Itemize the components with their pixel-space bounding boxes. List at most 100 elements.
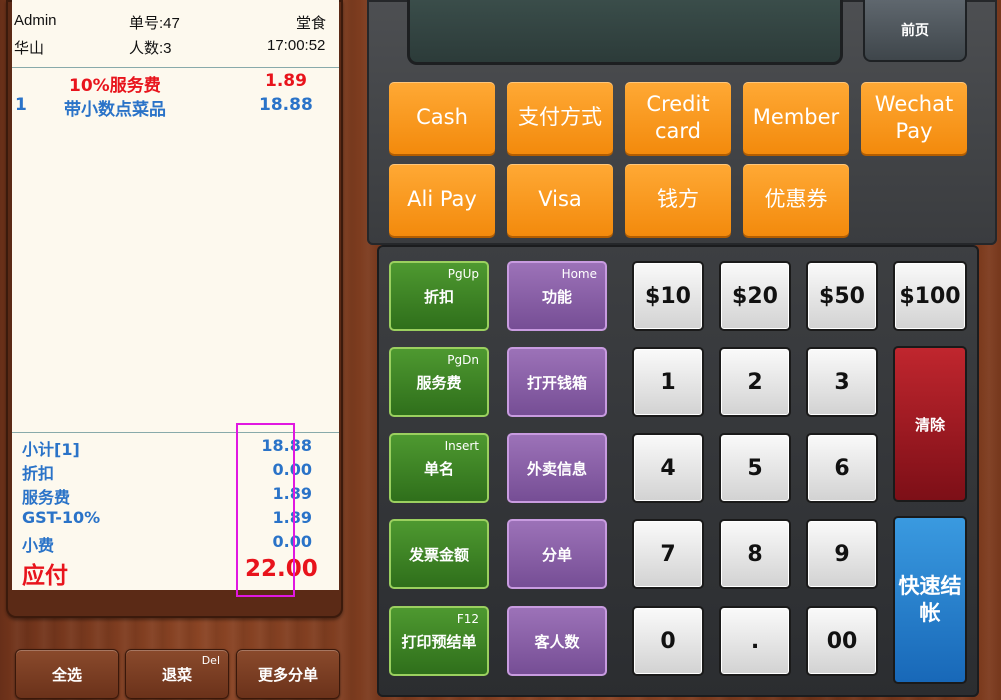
return-shortcut-hint: Del xyxy=(201,654,220,667)
shortcut-hint: Home xyxy=(561,267,597,281)
order-number: 单号:47 xyxy=(129,15,180,32)
payment-label: Credit card xyxy=(646,91,710,143)
item-price: 1.89 xyxy=(265,71,307,91)
quick-checkout-button[interactable]: 快速结帐 xyxy=(893,516,967,684)
digit-3-button[interactable]: 3 xyxy=(806,347,878,417)
button-label: 7 xyxy=(660,541,676,567)
decimal-point-button[interactable]: . xyxy=(719,606,791,676)
payment-qfpay-button[interactable]: 钱方 xyxy=(625,164,731,236)
payment-label: Member xyxy=(752,105,840,130)
button-label: . xyxy=(750,628,760,654)
money-20-button[interactable]: $20 xyxy=(719,261,791,331)
digit-8-button[interactable]: 8 xyxy=(719,519,791,589)
button-label: $50 xyxy=(819,283,865,309)
money-10-button[interactable]: $10 xyxy=(632,261,704,331)
button-label: 折扣 xyxy=(423,287,454,306)
button-label: 5 xyxy=(747,455,763,481)
payment-label: 优惠券 xyxy=(764,187,828,212)
payment-label: 支付方式 xyxy=(518,105,602,130)
money-100-button[interactable]: $100 xyxy=(893,261,967,331)
select-all-button[interactable]: 全选 xyxy=(15,649,119,699)
button-label: 3 xyxy=(834,369,850,395)
digit-4-button[interactable]: 4 xyxy=(632,433,704,503)
more-split-button[interactable]: 更多分单 xyxy=(236,649,340,699)
digit-7-button[interactable]: 7 xyxy=(632,519,704,589)
digit-6-button[interactable]: 6 xyxy=(806,433,878,503)
table-name: 华山 xyxy=(14,40,45,57)
guest-count: 人数:3 xyxy=(129,40,172,57)
clear-button[interactable]: 清除 xyxy=(893,346,967,502)
payment-label: Wechat Pay xyxy=(874,91,954,143)
operator-name: Admin xyxy=(14,12,57,29)
button-label: 2 xyxy=(747,369,763,395)
button-label: 发票金额 xyxy=(408,545,469,564)
button-label: $10 xyxy=(645,283,691,309)
button-label: 打开钱箱 xyxy=(526,373,587,392)
money-50-button[interactable]: $50 xyxy=(806,261,878,331)
order-time: 17:00:52 xyxy=(267,37,326,54)
subtotal-label: 小计[1] xyxy=(22,440,80,459)
payment-cash-button[interactable]: Cash xyxy=(389,82,495,154)
select-all-label: 全选 xyxy=(51,665,82,684)
gst-label: GST-10% xyxy=(22,508,101,527)
guest-count-button[interactable]: 客人数 xyxy=(507,606,607,676)
tip-label: 小费 xyxy=(22,536,55,555)
customer-display xyxy=(407,0,843,65)
service-fee-button[interactable]: 服务费 PgDn xyxy=(389,347,489,417)
split-bill-button[interactable]: 分单 xyxy=(507,519,607,589)
payment-label: Ali Pay xyxy=(407,187,477,212)
payment-method-button[interactable]: 支付方式 xyxy=(507,82,613,154)
return-item-label: 退菜 xyxy=(161,665,192,684)
digit-1-button[interactable]: 1 xyxy=(632,347,704,417)
button-label: 外卖信息 xyxy=(526,459,587,478)
discount-button[interactable]: 折扣 PgUp xyxy=(389,261,489,331)
button-label: 8 xyxy=(747,541,763,567)
payment-alipay-button[interactable]: Ali Pay xyxy=(389,164,495,236)
digit-0-button[interactable]: 0 xyxy=(632,606,704,676)
button-label: 快速结帐 xyxy=(898,573,962,625)
function-button[interactable]: 功能 Home xyxy=(507,261,607,331)
button-label: 00 xyxy=(826,628,858,654)
service-fee-label: 服务费 xyxy=(22,488,71,507)
payment-label: Visa xyxy=(538,187,582,212)
button-label: 分单 xyxy=(541,545,572,564)
keypad-panel: 折扣 PgUp 服务费 PgDn 单名 Insert 发票金额 打印预结单 F1… xyxy=(377,245,979,697)
button-label: 1 xyxy=(660,369,676,395)
button-label: 4 xyxy=(660,455,676,481)
button-label: 清除 xyxy=(914,415,945,434)
takeaway-info-button[interactable]: 外卖信息 xyxy=(507,433,607,503)
return-item-button[interactable]: 退菜 Del xyxy=(125,649,229,699)
button-label: 单名 xyxy=(423,459,454,478)
selection-highlight xyxy=(236,423,295,597)
digit-2-button[interactable]: 2 xyxy=(719,347,791,417)
item-price: 18.88 xyxy=(259,95,313,115)
order-type: 堂食 xyxy=(296,15,327,32)
payment-member-button[interactable]: Member xyxy=(743,82,849,154)
payment-label: 钱方 xyxy=(657,187,699,212)
payment-label: Cash xyxy=(416,105,468,130)
shortcut-hint: F12 xyxy=(456,612,479,626)
button-label: 功能 xyxy=(541,287,572,306)
invoice-amount-button[interactable]: 发票金额 xyxy=(389,519,489,589)
payment-coupon-button[interactable]: 优惠券 xyxy=(743,164,849,236)
button-label: $20 xyxy=(732,283,778,309)
order-name-button[interactable]: 单名 Insert xyxy=(389,433,489,503)
digit-5-button[interactable]: 5 xyxy=(719,433,791,503)
print-prebill-button[interactable]: 打印预结单 F12 xyxy=(389,606,489,676)
payment-visa-button[interactable]: Visa xyxy=(507,164,613,236)
open-cash-drawer-button[interactable]: 打开钱箱 xyxy=(507,347,607,417)
button-label: 服务费 xyxy=(416,373,462,392)
payment-terminal: 前页 Cash 支付方式 Credit card Member Wechat P… xyxy=(367,0,997,245)
header-divider xyxy=(12,67,339,68)
prev-page-button[interactable]: 前页 xyxy=(863,0,967,62)
digit-9-button[interactable]: 9 xyxy=(806,519,878,589)
shortcut-hint: PgDn xyxy=(447,353,479,367)
item-index: 1 xyxy=(15,95,27,115)
shortcut-hint: PgUp xyxy=(447,267,479,281)
prev-page-label: 前页 xyxy=(901,23,929,39)
payment-credit-card-button[interactable]: Credit card xyxy=(625,82,731,154)
button-label: 客人数 xyxy=(534,632,580,651)
double-zero-button[interactable]: 00 xyxy=(806,606,878,676)
shortcut-hint: Insert xyxy=(444,439,479,453)
payment-wechat-button[interactable]: Wechat Pay xyxy=(861,82,967,154)
